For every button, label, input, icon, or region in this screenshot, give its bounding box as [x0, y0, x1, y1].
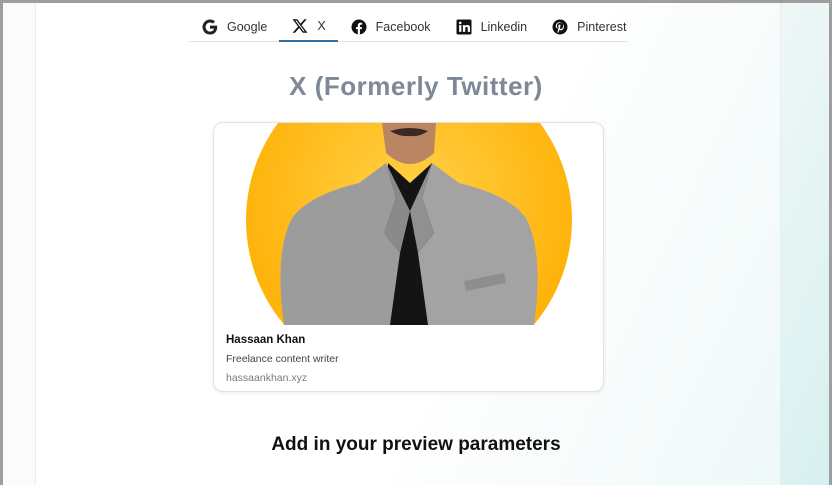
- tab-google[interactable]: Google: [189, 11, 279, 42]
- tab-label: Pinterest: [577, 19, 627, 34]
- tab-x[interactable]: X: [279, 11, 338, 42]
- google-icon: [201, 18, 219, 36]
- tab-label: X: [317, 18, 326, 33]
- preview-name: Hassaan Khan: [226, 334, 306, 346]
- preview-image: [214, 123, 603, 325]
- platform-tabs: Google X Facebook Linkedin Pinterest: [189, 11, 627, 42]
- tab-label: Facebook: [375, 19, 431, 34]
- link-preview-card[interactable]: Hassaan Khan Freelance content writer ha…: [213, 122, 604, 392]
- tab-label: Linkedin: [480, 19, 528, 34]
- pinterest-icon: [551, 18, 569, 36]
- tab-pinterest[interactable]: Pinterest: [539, 11, 638, 42]
- app-frame: Google X Facebook Linkedin Pinterest X (…: [3, 3, 829, 485]
- tab-linkedin[interactable]: Linkedin: [443, 11, 540, 42]
- tab-label: Google: [227, 19, 268, 34]
- preview-description: Freelance content writer: [226, 353, 339, 365]
- x-icon: [291, 17, 309, 35]
- linkedin-icon: [455, 18, 473, 36]
- facebook-icon: [350, 18, 368, 36]
- preview-url: hassaankhan.xyz: [226, 372, 308, 384]
- tab-facebook[interactable]: Facebook: [338, 11, 443, 42]
- page-title: X (Formerly Twitter): [289, 71, 543, 101]
- section-heading: Add in your preview parameters: [271, 434, 561, 455]
